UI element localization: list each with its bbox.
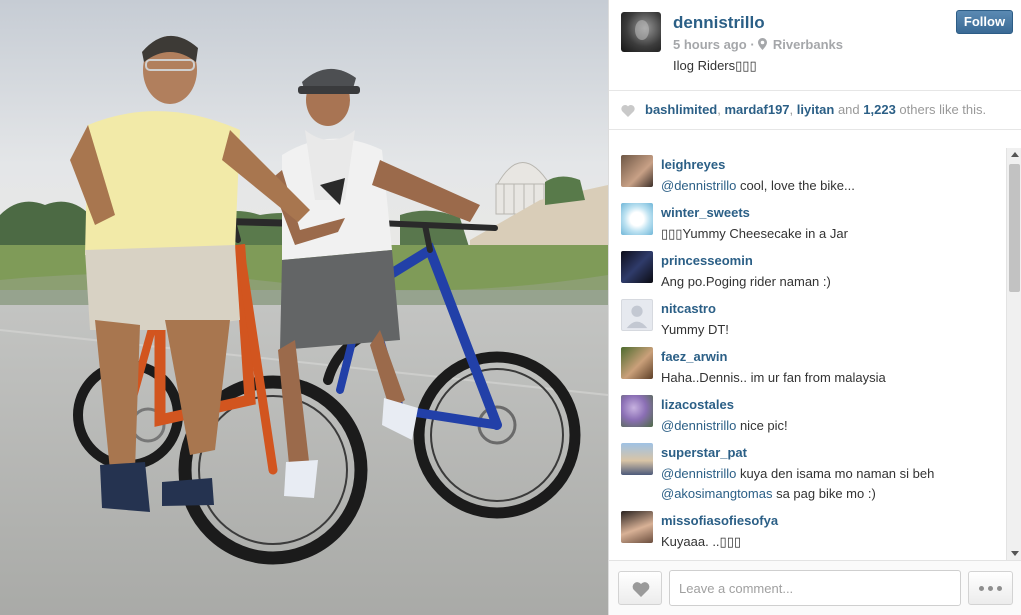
commenter-avatar[interactable] [621,395,653,427]
comment-mention[interactable]: @dennistrillo [661,466,736,481]
post-location[interactable]: Riverbanks [773,37,843,52]
comment-body: sa pag bike mo :) [772,486,876,501]
comment-username[interactable]: nitcastro [661,301,716,316]
heart-icon [632,582,650,597]
comment-input[interactable] [669,570,961,606]
instagram-photo-page: dennistrillo 5 hours ago · Riverbanks Il… [0,0,1021,615]
likes-separator: , [789,102,797,117]
owner-avatar[interactable] [621,12,661,52]
comment-mention[interactable]: @dennistrillo [661,418,736,433]
meta-separator: · [750,37,759,52]
scroll-up-arrow-icon[interactable] [1007,148,1021,162]
comment-body: kuya den isama mo naman si beh [736,466,935,481]
comment-text: @dennistrillo nice pic! [661,416,996,436]
comment-username[interactable]: faez_arwin [661,349,727,364]
comment-body: Ang po.Poging rider naman :) [661,274,831,289]
comment-text: @dennistrillo cool, love the bike... [661,176,996,196]
commenter-avatar[interactable] [621,511,653,543]
likes-count[interactable]: 1,223 [863,102,896,117]
comment-body: ▯▯▯Yummy Cheesecake in a Jar [661,226,848,241]
photo-illustration [0,0,608,615]
commenter-avatar[interactable] [621,251,653,283]
commenter-avatar[interactable] [621,299,653,331]
default-user-icon [626,305,648,329]
comment-body: Yummy DT! [661,322,729,337]
comment-list[interactable]: leighreyes @dennistrillo cool, love the … [609,148,1006,560]
comment-body: nice pic! [736,418,788,433]
map-pin-icon [758,38,768,50]
comment-username[interactable]: winter_sweets [661,205,750,220]
comment-body: cool, love the bike... [736,178,855,193]
owner-username[interactable]: dennistrillo [673,13,765,33]
comment-text: Ang po.Poging rider naman :) [661,272,996,292]
ellipsis-dot [997,586,1002,591]
comment-username[interactable]: missofiasofiesofya [661,513,778,528]
comments-scrollbar[interactable] [1006,148,1021,560]
post-panel: dennistrillo 5 hours ago · Riverbanks Il… [608,0,1021,615]
post-photo[interactable] [0,0,608,615]
post-timestamp[interactable]: 5 hours ago [673,37,747,52]
comment-text: Kuyaaa. ..▯▯▯ [661,532,996,552]
likes-others-text: others like this. [895,102,987,117]
comment-text: @dennistrillo kuya den isama mo naman si… [661,464,996,504]
comment-text: Haha..Dennis.. im ur fan from malaysia [661,368,996,388]
likes-and-text: and [834,102,864,117]
comment-username[interactable]: leighreyes [661,157,725,172]
ellipsis-dot [979,586,984,591]
more-options-button[interactable] [968,571,1013,605]
liker-username[interactable]: liyitan [797,102,835,117]
follow-button[interactable]: Follow [956,10,1013,34]
post-caption: Ilog Riders▯▯▯ [673,58,757,73]
post-meta: 5 hours ago · Riverbanks [673,37,843,52]
comment-mention[interactable]: @dennistrillo [661,178,736,193]
comment-text: Yummy DT! [661,320,996,340]
heart-icon [621,105,635,117]
likes-summary: bashlimited, mardaf197, liyitan and 1,22… [609,90,1021,130]
liker-username[interactable]: mardaf197 [724,102,789,117]
comment-composer [609,560,1021,615]
post-header: dennistrillo 5 hours ago · Riverbanks Il… [609,0,1021,90]
liker-username[interactable]: bashlimited [645,102,717,117]
scrollbar-thumb[interactable] [1009,164,1020,292]
comment-mention[interactable]: @akosimangtomas [661,486,772,501]
comment-body: Haha..Dennis.. im ur fan from malaysia [661,370,886,385]
comment-text: ▯▯▯Yummy Cheesecake in a Jar [661,224,996,244]
commenter-avatar[interactable] [621,203,653,235]
comment-username[interactable]: princesseomin [661,253,753,268]
commenter-avatar[interactable] [621,155,653,187]
like-button[interactable] [618,571,662,605]
comment-username[interactable]: lizacostales [661,397,734,412]
comment-username[interactable]: superstar_pat [661,445,747,460]
scroll-down-arrow-icon[interactable] [1007,546,1021,560]
ellipsis-dot [988,586,993,591]
comment-body: Kuyaaa. ..▯▯▯ [661,534,741,549]
commenter-avatar[interactable] [621,443,653,475]
commenter-avatar[interactable] [621,347,653,379]
